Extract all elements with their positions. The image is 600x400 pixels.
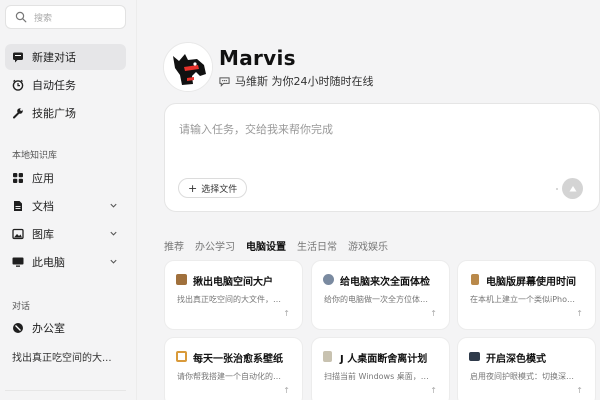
card-desc: 请你帮我搭建一个自动化的… [177, 372, 281, 381]
card-disk-space[interactable]: 揪出电脑空间大户 找出真正吃空间的大文件，… ↑ [164, 260, 303, 330]
card-desc: 找出真正吃空间的大文件，… [177, 295, 281, 304]
tab-daily-life[interactable]: 生活日常 [297, 238, 337, 253]
plus-icon: + [188, 181, 198, 195]
chevron-down-icon[interactable] [109, 201, 118, 210]
arrow-up-icon: ↑ [576, 309, 583, 318]
divider-dot [556, 188, 558, 190]
kb-item-apps[interactable]: 应用 [5, 165, 126, 191]
card-screen-time[interactable]: 电脑版屏幕使用时间 在本机上建立一个类似iPho… ↑ [457, 260, 596, 330]
kb-item-documents-label: 文档 [32, 200, 54, 213]
recent-conversation-item[interactable]: 找出真正吃空间的大... [12, 349, 128, 364]
card-title: 每天一张治愈系壁纸 [193, 354, 283, 365]
send-button[interactable] [562, 178, 583, 199]
nav-new-chat[interactable]: 新建对话 [5, 44, 126, 70]
search-input[interactable]: 搜索 [5, 5, 126, 29]
horse-logo-icon [164, 43, 212, 91]
search-placeholder: 搜索 [34, 13, 53, 24]
kb-item-apps-label: 应用 [32, 172, 54, 185]
choose-file-label: 选择文件 [201, 184, 238, 195]
task-input-placeholder[interactable]: 请输入任务，交给我来帮你完成 [179, 121, 333, 137]
tab-office-study[interactable]: 办公学习 [195, 238, 235, 253]
card-title: 给电脑来次全面体检 [340, 277, 430, 288]
nav-auto-tasks[interactable]: 自动任务 [5, 72, 126, 98]
apps-grid-icon [13, 173, 23, 183]
kb-section-title: 本地知识库 [12, 151, 58, 161]
kb-item-this-pc-label: 此电脑 [32, 256, 65, 269]
nav-skill-plaza-label: 技能广场 [32, 107, 76, 120]
arrow-up-icon: ↑ [283, 309, 290, 318]
task-composer[interactable]: 请输入任务，交给我来帮你完成 + 选择文件 [164, 103, 600, 212]
nav-auto-tasks-label: 自动任务 [32, 79, 76, 92]
document-icon [14, 201, 22, 211]
card-pc-checkup[interactable]: 给电脑来次全面体检 给你的电脑做一次全方位体… ↑ [311, 260, 450, 330]
card-desc: 在本机上建立一个类似iPho… [470, 295, 576, 304]
kb-item-gallery-label: 图库 [32, 228, 54, 241]
card-dark-mode[interactable]: 开启深色模式 启用夜间护眼模式：切换深… ↑ [457, 337, 596, 400]
wrench-icon [13, 108, 23, 119]
tagline: 马维斯 为你24小时随时在线 [219, 73, 374, 89]
arrow-up-icon: ↑ [283, 386, 290, 395]
arrow-up-icon [569, 185, 576, 191]
card-desc: 给你的电脑做一次全方位体… [324, 295, 428, 304]
choose-file-button[interactable]: + 选择文件 [178, 178, 248, 198]
search-icon [15, 11, 27, 23]
sidebar: 搜索 新建对话 自动任务 技能广场 本地知识库 应用 文档 图库 此电脑 对话 … [0, 0, 137, 400]
card-desktop-declutter[interactable]: J 人桌面断舍离计划 扫描当前 Windows 桌面，… ↑ [311, 337, 450, 400]
app-name: Marvis [219, 46, 296, 70]
dark-window-icon [469, 352, 480, 361]
chevron-down-icon[interactable] [109, 229, 118, 238]
card-daily-wallpaper[interactable]: 每天一张治愈系壁纸 请你帮我搭建一个自动化的… ↑ [164, 337, 303, 400]
kb-item-this-pc[interactable]: 此电脑 [5, 249, 126, 275]
tagline-text: 马维斯 为你24小时随时在线 [235, 75, 374, 88]
kb-item-documents[interactable]: 文档 [5, 193, 126, 219]
main-panel: Marvis 马维斯 为你24小时随时在线 请输入任务，交给我来帮你完成 + 选… [137, 0, 600, 400]
card-title: 开启深色模式 [486, 354, 546, 365]
card-title: 揪出电脑空间大户 [193, 277, 273, 288]
box-icon [176, 274, 187, 285]
stethoscope-icon [323, 274, 334, 285]
conv-item-office-label: 办公室 [32, 322, 65, 335]
arrow-up-icon: ↑ [430, 309, 437, 318]
notepad-icon [323, 351, 332, 362]
monitor-icon [12, 257, 24, 267]
conv-item-office[interactable]: 办公室 [5, 315, 126, 341]
card-title: J 人桌面断舍离计划 [340, 354, 428, 365]
category-tabs: 推荐 办公学习 电脑设置 生活日常 游戏娱乐 [164, 238, 399, 253]
tab-games[interactable]: 游戏娱乐 [348, 238, 388, 253]
card-desc: 扫描当前 Windows 桌面，… [324, 372, 429, 381]
image-icon [12, 228, 24, 240]
office-icon [13, 323, 23, 333]
chat-icon [13, 52, 23, 63]
chevron-down-icon[interactable] [109, 257, 118, 266]
card-desc: 启用夜间护眼模式：切换深… [470, 372, 574, 381]
sidebar-divider [5, 390, 126, 391]
arrow-up-icon: ↑ [430, 386, 437, 395]
kb-item-gallery[interactable]: 图库 [5, 221, 126, 247]
frame-icon [176, 351, 187, 362]
arrow-up-icon: ↑ [576, 386, 583, 395]
clock-icon [12, 79, 24, 91]
conversations-section-title: 对话 [12, 302, 31, 312]
speech-bubble-icon [219, 76, 230, 87]
hourglass-icon [471, 274, 479, 285]
avatar [163, 42, 213, 92]
tab-pc-settings[interactable]: 电脑设置 [246, 238, 286, 253]
card-title: 电脑版屏幕使用时间 [486, 277, 576, 288]
tab-recommend[interactable]: 推荐 [164, 238, 184, 253]
nav-skill-plaza[interactable]: 技能广场 [5, 100, 126, 126]
nav-new-chat-label: 新建对话 [32, 51, 76, 64]
